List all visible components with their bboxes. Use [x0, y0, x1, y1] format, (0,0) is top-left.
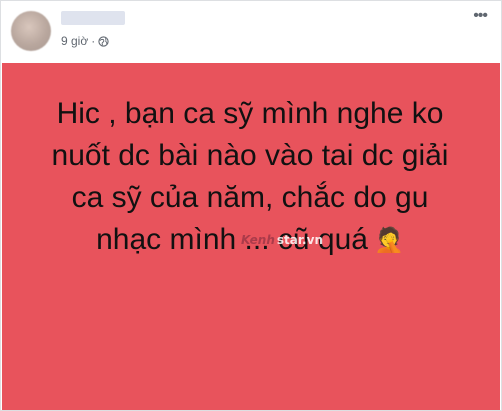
globe-icon[interactable] — [98, 35, 109, 47]
more-options-icon[interactable]: ••• — [473, 8, 488, 24]
post-header: 9 giờ · ••• — [1, 1, 501, 63]
facebook-post: 9 giờ · ••• Hic , bạn ca sỹ mình nghe ko… — [0, 0, 502, 411]
separator-dot: · — [91, 34, 96, 48]
post-time[interactable]: 9 giờ — [61, 34, 88, 48]
watermark-site: star.vn — [276, 233, 323, 247]
facepalm-emoji-icon: 🤦 — [373, 227, 404, 255]
post-meta: 9 giờ · — [61, 34, 109, 48]
post-text-line: ca sỹ của năm, chắc do gu — [71, 181, 429, 214]
post-text-line: nhạc mình ... cũ quá — [96, 223, 368, 256]
avatar[interactable] — [11, 11, 51, 51]
watermark-brand: Kenh — [241, 233, 275, 247]
post-text-line: Hic , bạn ca sỹ mình nghe ko — [56, 97, 444, 130]
author-name-blurred[interactable] — [61, 11, 125, 25]
post-text-line: nuốt dc bài nào vào tai dc giải — [51, 139, 449, 172]
watermark: Kenh star.vn — [241, 233, 323, 247]
